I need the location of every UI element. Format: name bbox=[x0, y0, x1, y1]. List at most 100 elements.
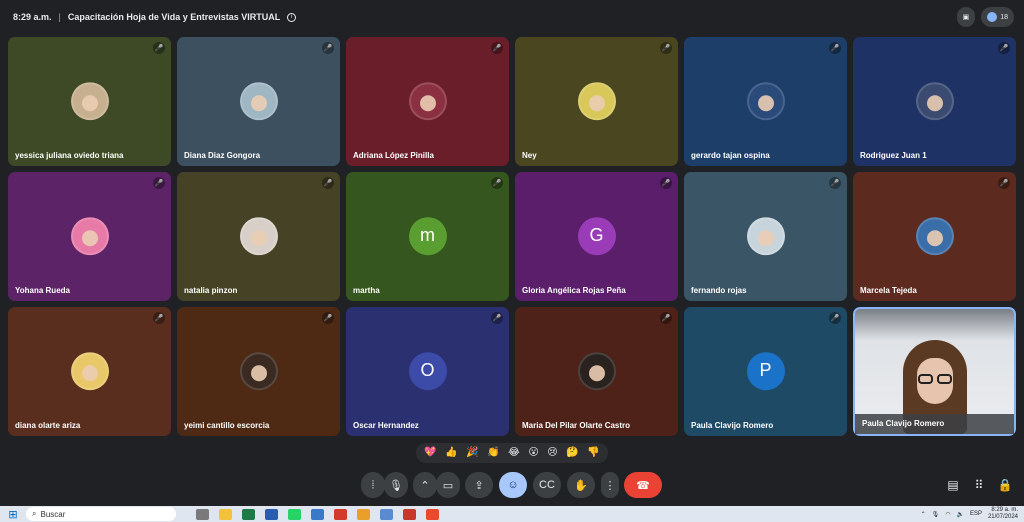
app-icon-2[interactable] bbox=[403, 508, 416, 520]
participant-avatar: G bbox=[577, 216, 616, 255]
meeting-topbar: 8:29 a.m. | Capacitación Hoja de Vida y … bbox=[0, 0, 1024, 34]
meeting-info-icon[interactable]: i bbox=[287, 12, 297, 22]
meeting-title: Capacitación Hoja de Vida y Entrevistas … bbox=[67, 12, 281, 22]
muted-mic-icon: 🎤 bbox=[829, 42, 841, 54]
participant-tile[interactable]: 🎤 fernando rojas bbox=[684, 172, 847, 301]
participant-name: Adriana López Pinilla bbox=[353, 151, 434, 160]
app-icon[interactable] bbox=[311, 508, 324, 520]
word-icon[interactable] bbox=[265, 508, 278, 520]
participant-tile[interactable]: 🎤 G Gloria Angélica Rojas Peña bbox=[515, 172, 678, 301]
camera-button[interactable]: ▭ bbox=[436, 472, 460, 498]
excel-icon[interactable] bbox=[242, 508, 255, 520]
muted-mic-icon: 🎤 bbox=[829, 312, 841, 324]
self-video: Paula Clavijo Romero bbox=[853, 307, 1016, 436]
reaction-emoji[interactable]: 🤔 bbox=[566, 448, 578, 458]
file-explorer-icon[interactable] bbox=[219, 508, 232, 520]
self-name: Paula Clavijo Romero bbox=[862, 419, 945, 428]
closed-captions-icon: CC bbox=[539, 479, 555, 491]
participant-tile[interactable]: 🎤 Adriana López Pinilla bbox=[346, 37, 509, 166]
reactions-bar: 💖 👍 🎉 👏 😂 😮 😢 🤔 👎 bbox=[416, 443, 608, 463]
present-button[interactable]: ⇪ bbox=[465, 472, 493, 498]
language-indicator[interactable]: ESP bbox=[970, 511, 982, 517]
reaction-emoji[interactable]: 😮 bbox=[528, 448, 538, 458]
muted-mic-icon: 🎤 bbox=[322, 312, 334, 324]
calculator-icon[interactable] bbox=[380, 508, 393, 520]
muted-mic-icon: 🎤 bbox=[998, 177, 1010, 189]
reaction-emoji[interactable]: 👍 bbox=[445, 448, 457, 458]
reaction-emoji[interactable]: 😂 bbox=[508, 448, 520, 458]
whatsapp-icon[interactable] bbox=[288, 508, 301, 520]
windows-start-icon[interactable]: ⊞ bbox=[0, 508, 26, 521]
self-view-tile[interactable]: Paula Clavijo Romero bbox=[853, 307, 1016, 436]
apps-grid-icon[interactable]: ⠿ bbox=[970, 477, 988, 493]
participant-tile[interactable]: 🎤 Yohana Rueda bbox=[8, 172, 171, 301]
audio-level-button[interactable]: ⦙ bbox=[361, 472, 385, 498]
participant-tile[interactable]: 🎤 P Paula Clavijo Romero bbox=[684, 307, 847, 436]
microphone-button[interactable]: 🎙 bbox=[384, 472, 408, 498]
participant-avatar bbox=[70, 81, 109, 120]
lock-person-icon[interactable]: 🔒 bbox=[996, 477, 1014, 493]
windows-taskbar: ⊞ ⌕ Buscar ⌃ 🎙 ◠ 🔈 ESP 8:29 a. m. 21/07/… bbox=[0, 506, 1024, 522]
muted-mic-icon: 🎤 bbox=[660, 42, 672, 54]
chat-icon[interactable]: ▤ bbox=[944, 477, 962, 493]
chevron-up-icon[interactable]: ⌃ bbox=[921, 511, 926, 518]
more-vert-icon: ⋮ bbox=[604, 479, 616, 492]
participant-tile[interactable]: 🎤 yessica juliana oviedo triana bbox=[8, 37, 171, 166]
participant-name: martha bbox=[353, 286, 380, 295]
reaction-emoji[interactable]: 😢 bbox=[547, 448, 557, 458]
reaction-emoji[interactable]: 💖 bbox=[424, 448, 436, 458]
microphone-icon: 🎙 bbox=[389, 479, 403, 492]
raise-hand-button[interactable]: ✋ bbox=[567, 472, 595, 498]
participant-name: gerardo tajan ospina bbox=[691, 151, 770, 160]
reaction-emoji[interactable]: 👎 bbox=[587, 448, 599, 458]
taskbar-apps bbox=[196, 508, 439, 520]
leave-call-button[interactable]: ☎ bbox=[624, 472, 662, 498]
participant-tile[interactable]: 🎤 natalia pinzon bbox=[177, 172, 340, 301]
reaction-emoji[interactable]: 👏 bbox=[487, 448, 499, 458]
chrome-icon[interactable] bbox=[357, 508, 370, 520]
participant-name: fernando rojas bbox=[691, 286, 747, 295]
camera-options-button[interactable]: ⌃ bbox=[413, 472, 437, 498]
chevron-up-icon: ⌃ bbox=[420, 479, 430, 492]
taskbar-search[interactable]: ⌕ Buscar bbox=[26, 507, 176, 521]
reaction-emoji[interactable]: 🎉 bbox=[466, 448, 478, 458]
raise-hand-icon: ✋ bbox=[574, 479, 588, 492]
chrome-icon-2[interactable] bbox=[426, 508, 439, 520]
participant-name: Rodriguez Juan 1 bbox=[860, 151, 927, 160]
topbar-separator: | bbox=[58, 12, 61, 22]
participant-tile[interactable]: 🎤 O Oscar Hernandez bbox=[346, 307, 509, 436]
topbar-actions: ▣ 18 bbox=[956, 7, 1014, 27]
more-options-button[interactable]: ⋮ bbox=[601, 472, 619, 498]
participant-name: Diana Diaz Gongora bbox=[184, 151, 261, 160]
participant-tile[interactable]: 🎤 Diana Diaz Gongora bbox=[177, 37, 340, 166]
participant-tile[interactable]: 🎤 Maria Del Pilar Olarte Castro bbox=[515, 307, 678, 436]
participant-avatar bbox=[915, 216, 954, 255]
participant-avatar bbox=[239, 81, 278, 120]
participant-tile[interactable]: 🎤 m martha bbox=[346, 172, 509, 301]
muted-mic-icon: 🎤 bbox=[491, 177, 503, 189]
participant-tile[interactable]: 🎤 Marcela Tejeda bbox=[853, 172, 1016, 301]
camera-off-indicator-icon[interactable]: ▣ bbox=[956, 7, 976, 27]
taskbar-clock[interactable]: 8:29 a. m. 21/07/2024 bbox=[988, 507, 1018, 521]
microphone-tray-icon[interactable]: 🎙 bbox=[932, 511, 940, 518]
participant-tile[interactable]: 🎤 Ney bbox=[515, 37, 678, 166]
wifi-icon[interactable]: ◠ bbox=[945, 511, 950, 518]
muted-mic-icon: 🎤 bbox=[153, 177, 165, 189]
participant-tile[interactable]: 🎤 Rodriguez Juan 1 bbox=[853, 37, 1016, 166]
participants-button[interactable]: 18 bbox=[981, 7, 1014, 27]
participant-tile[interactable]: 🎤 gerardo tajan ospina bbox=[684, 37, 847, 166]
task-view-icon[interactable] bbox=[196, 508, 209, 520]
participant-avatar bbox=[577, 351, 616, 390]
participant-name: Maria Del Pilar Olarte Castro bbox=[522, 421, 631, 430]
call-controls: ⦙ 🎙 ⌃ ▭ ⇪ ☺ CC ✋ ⋮ ☎ bbox=[0, 472, 1024, 498]
participants-icon bbox=[987, 12, 998, 22]
volume-icon[interactable]: 🔈 bbox=[956, 511, 963, 518]
hang-up-icon: ☎ bbox=[636, 479, 650, 492]
emoji-button[interactable]: ☺ bbox=[499, 472, 527, 498]
participant-tile[interactable]: 🎤 yeimi cantillo escorcia bbox=[177, 307, 340, 436]
mic-bars-icon: ⦙ bbox=[371, 478, 375, 491]
participant-tile[interactable]: 🎤 diana olarte ariza bbox=[8, 307, 171, 436]
emoji-icon: ☺ bbox=[507, 479, 519, 491]
pdf-icon[interactable] bbox=[334, 508, 347, 520]
captions-button[interactable]: CC bbox=[533, 472, 561, 498]
